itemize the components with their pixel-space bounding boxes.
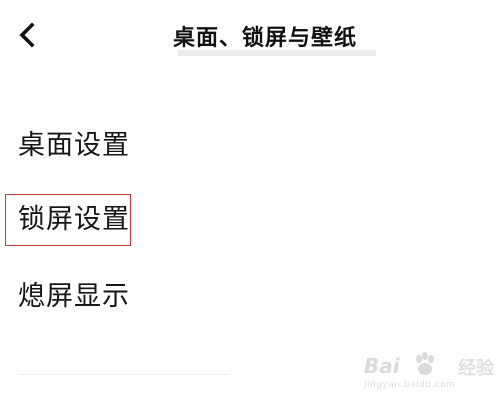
highlight-box — [5, 194, 131, 246]
divider — [18, 374, 230, 375]
menu-item-always-on-display[interactable]: 熄屏显示 — [18, 283, 130, 310]
page-title: 桌面、锁屏与壁纸 — [172, 26, 357, 51]
watermark-url: jingyan.baidu.com — [364, 380, 456, 390]
watermark-main-text: Bai — [364, 354, 400, 378]
title-underline — [178, 50, 376, 56]
settings-screen: 桌面、锁屏与壁纸 桌面设置 锁屏设置 熄屏显示 Bai 经验 jingyan.b… — [0, 0, 500, 400]
baidu-paw-icon — [416, 352, 434, 375]
menu-item-desktop-settings[interactable]: 桌面设置 — [18, 132, 130, 159]
watermark-sub-text: 经验 — [458, 358, 494, 379]
header-bar: 桌面、锁屏与壁纸 — [0, 0, 500, 78]
watermark: Bai 经验 jingyan.baidu.com — [364, 352, 494, 394]
